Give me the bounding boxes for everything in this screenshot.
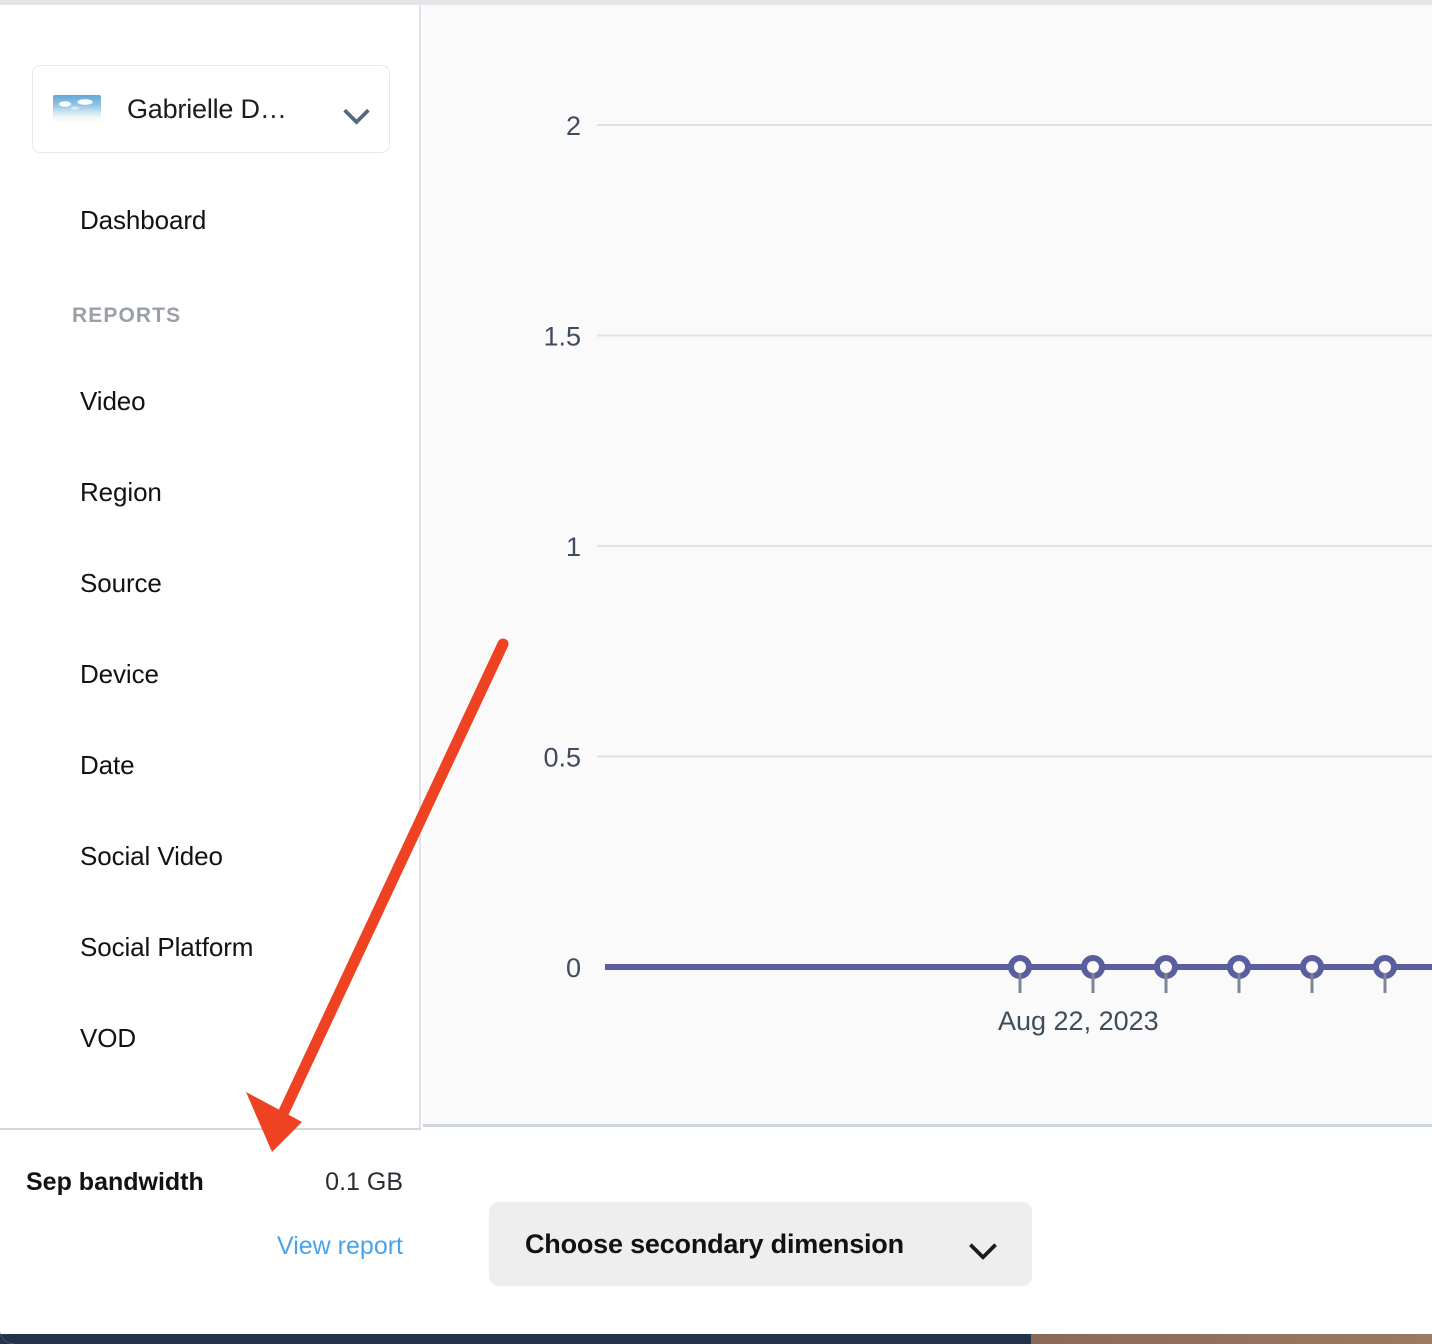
sidebar: Gabrielle D… Dashboard REPORTS Video Reg… <box>0 5 421 1344</box>
account-name: Gabrielle D… <box>127 93 287 124</box>
bandwidth-panel: Sep bandwidth 0.1 GB View report <box>0 1130 421 1344</box>
svg-text:1.5: 1.5 <box>543 322 581 352</box>
sidebar-item-device[interactable]: Device <box>0 649 421 700</box>
chart-controls: Choose secondary dimension <box>423 1130 1432 1344</box>
account-avatar <box>53 95 101 123</box>
sidebar-item-date[interactable]: Date <box>0 740 421 791</box>
choose-secondary-dimension-button[interactable]: Choose secondary dimension <box>489 1202 1032 1286</box>
chart-panel: 2 1.5 1 0.5 0 Aug 22, 2023 <box>423 5 1432 1127</box>
bandwidth-row: Sep bandwidth 0.1 GB <box>26 1168 403 1197</box>
choose-secondary-dimension-label: Choose secondary dimension <box>525 1228 904 1259</box>
chart-y-tick-labels: 2 1.5 1 0.5 0 <box>543 111 581 983</box>
chevron-down-icon[interactable] <box>343 96 369 122</box>
sidebar-section-reports: REPORTS <box>72 304 182 327</box>
sidebar-item-source[interactable]: Source <box>0 558 421 609</box>
chart-x-tick-labels: Aug 22, 2023 <box>998 1006 1159 1036</box>
view-report-link[interactable]: View report <box>277 1232 403 1261</box>
sidebar-item-vod[interactable]: VOD <box>0 1013 421 1064</box>
bandwidth-label: Sep bandwidth <box>26 1168 204 1196</box>
svg-text:1: 1 <box>566 532 581 562</box>
app-root: Gabrielle D… Dashboard REPORTS Video Reg… <box>0 0 1432 1344</box>
browser-bottom-edge <box>0 1334 1432 1344</box>
svg-text:Aug 22, 2023: Aug 22, 2023 <box>998 1006 1159 1036</box>
svg-text:0.5: 0.5 <box>543 743 581 773</box>
sidebar-item-dashboard[interactable]: Dashboard <box>0 195 421 246</box>
main-content: 2 1.5 1 0.5 0 Aug 22, 2023 Choose secondary … <box>423 5 1432 1344</box>
chevron-down-icon <box>970 1231 996 1257</box>
svg-text:0: 0 <box>566 953 581 983</box>
sidebar-item-social-platform[interactable]: Social Platform <box>0 922 421 973</box>
chart-gridlines <box>597 124 1432 758</box>
sidebar-item-video[interactable]: Video <box>0 376 421 427</box>
bandwidth-value: 0.1 GB <box>325 1168 403 1196</box>
chart-x-tick-marks <box>1018 973 1387 993</box>
line-chart[interactable]: 2 1.5 1 0.5 0 Aug 22, 2023 <box>423 5 1432 1127</box>
account-switcher[interactable]: Gabrielle D… <box>32 65 390 153</box>
sidebar-item-social-video[interactable]: Social Video <box>0 831 421 882</box>
svg-text:2: 2 <box>566 111 581 141</box>
sidebar-nav: Dashboard REPORTS Video Region Source De… <box>0 195 421 1064</box>
sidebar-item-region[interactable]: Region <box>0 467 421 518</box>
